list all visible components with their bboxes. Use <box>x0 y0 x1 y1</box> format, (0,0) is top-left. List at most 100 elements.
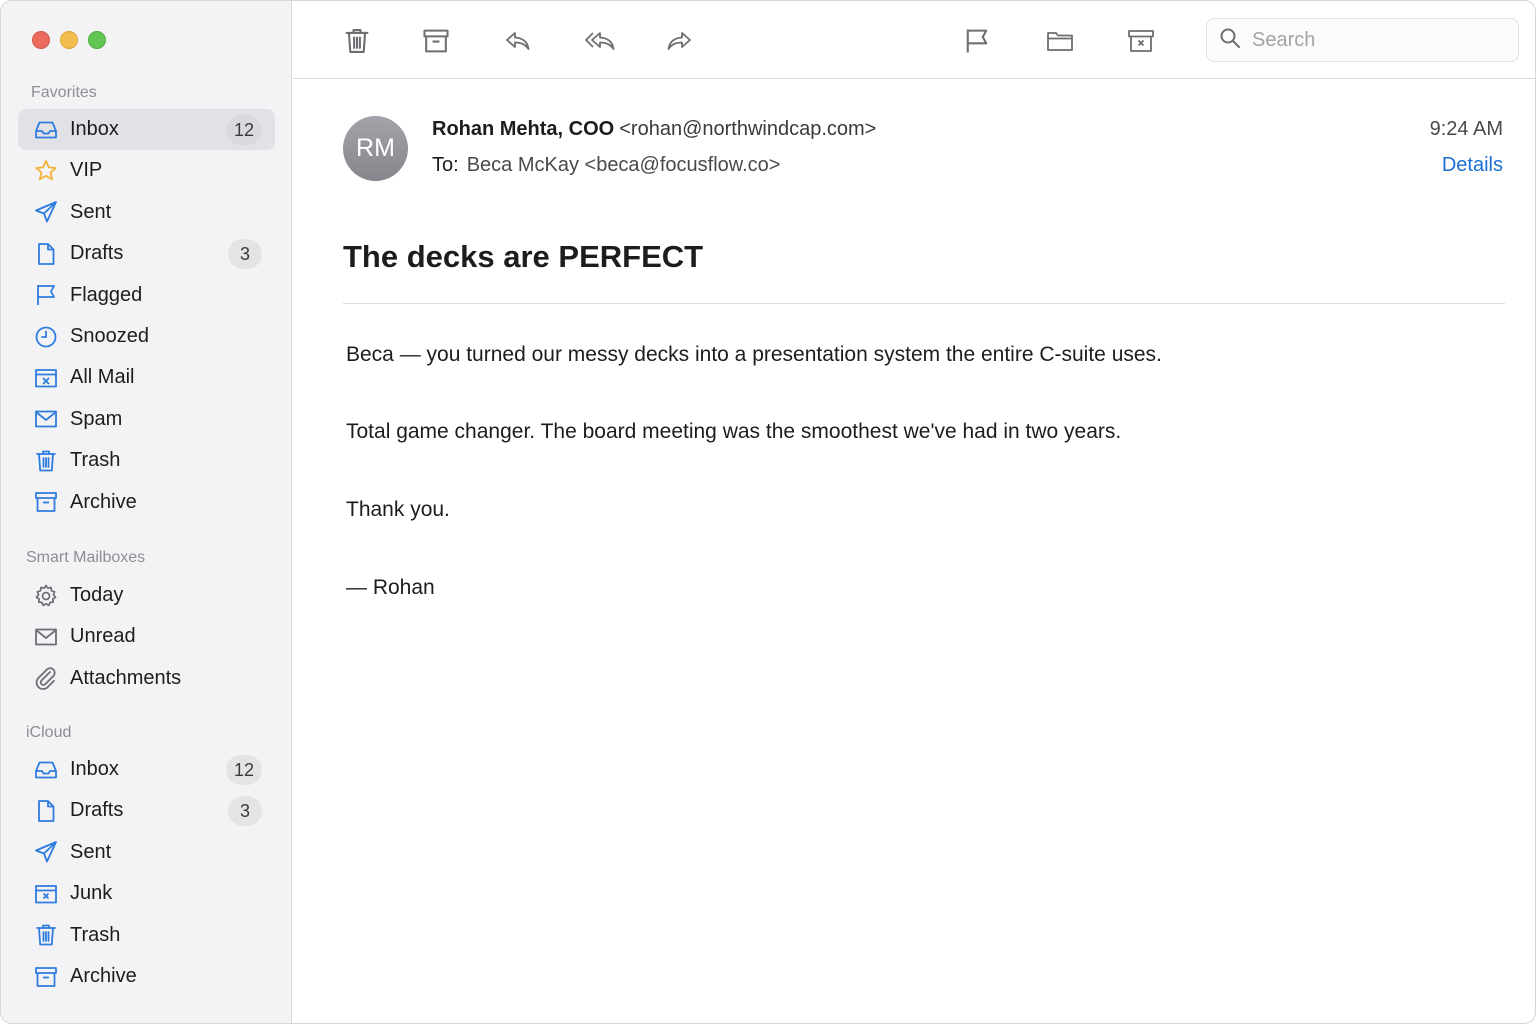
sidebar-item-archive[interactable]: Archive <box>18 482 275 523</box>
window-controls <box>32 31 106 49</box>
sidebar-item-drafts[interactable]: Drafts 3 <box>18 233 275 274</box>
search-field[interactable] <box>1206 18 1519 62</box>
unread-count-badge: 3 <box>228 239 262 270</box>
trash-icon <box>32 447 60 475</box>
reply-icon <box>503 26 533 56</box>
sidebar-item-label: Trash <box>70 449 121 472</box>
toolbar <box>293 1 1535 79</box>
sent-icon <box>32 838 60 866</box>
all-mail-icon <box>32 364 60 392</box>
signature: — Rohan <box>346 576 435 599</box>
sidebar-item-trash[interactable]: Trash <box>18 440 275 481</box>
icloud-item-trash[interactable]: Trash <box>18 915 275 956</box>
sidebar-item-label: Flagged <box>70 283 143 306</box>
sidebar: Favorites Inbox 12 VIP Sent Drafts 3 Flagged Sn… <box>1 1 292 1023</box>
sidebar-item-flagged[interactable]: Flagged <box>18 275 275 316</box>
sender-avatar: RM <box>343 116 408 181</box>
mail-window: Favorites Inbox 12 VIP Sent Drafts 3 Flagged Sn… <box>0 0 1536 1024</box>
close-window-button[interactable] <box>32 31 50 49</box>
unread-count-badge: 12 <box>225 755 262 785</box>
unread-count-badge: 12 <box>225 115 262 145</box>
recipient[interactable]: Beca McKay <beca@focusflow.co> <box>467 154 781 176</box>
sidebar-item-label: Junk <box>70 882 113 905</box>
unread-count-badge: 3 <box>228 796 262 827</box>
zoom-window-button[interactable] <box>88 31 106 49</box>
body-paragraph: Beca — you turned our messy decks into a… <box>346 343 1162 366</box>
sidebar-item-vip[interactable]: VIP <box>18 150 275 191</box>
flag-icon <box>32 281 60 309</box>
icloud-item-inbox[interactable]: Inbox 12 <box>18 749 275 790</box>
sidebar-item-label: Drafts <box>70 242 124 265</box>
sidebar-item-label: Archive <box>70 490 137 513</box>
sidebar-item-inbox[interactable]: Inbox 12 <box>18 109 275 150</box>
sidebar-item-spam[interactable]: Spam <box>18 399 275 440</box>
icloud-item-archive[interactable]: Archive <box>18 956 275 997</box>
reply-button[interactable] <box>500 23 536 59</box>
reply-all-icon <box>583 26 619 56</box>
junk-icon <box>32 880 60 908</box>
sidebar-item-label: All Mail <box>70 366 135 389</box>
to-line: To: Beca McKay <beca@focusflow.co> <box>432 154 781 177</box>
sidebar-item-label: Inbox <box>70 758 119 780</box>
sidebar-item-label: Sent <box>70 200 112 223</box>
search-icon <box>1207 26 1242 55</box>
icloud-item-junk[interactable]: Junk <box>18 873 275 914</box>
sidebar-item-label: Archive <box>70 965 137 987</box>
gear-icon <box>32 582 60 610</box>
archive-icon <box>32 963 60 991</box>
sidebar-item-label: Attachments <box>70 666 182 689</box>
junk-icon <box>1126 26 1156 56</box>
reply-all-button[interactable] <box>583 23 619 59</box>
forward-button[interactable] <box>661 23 697 59</box>
flag-icon <box>962 26 992 56</box>
sidebar-item-sent[interactable]: Sent <box>18 192 275 233</box>
sidebar-item-label: Trash <box>70 923 121 946</box>
archive-icon <box>32 488 60 516</box>
sidebar-item-label: Spam <box>70 407 123 430</box>
sidebar-item-label: Unread <box>70 625 136 648</box>
star-icon <box>32 157 60 185</box>
minimize-window-button[interactable] <box>60 31 78 49</box>
smart-item-unread[interactable]: Unread <box>18 616 275 657</box>
body-paragraph: Thank you. <box>346 498 450 521</box>
sidebar-item-all-mail[interactable]: All Mail <box>18 357 275 398</box>
icloud-item-drafts[interactable]: Drafts 3 <box>18 790 275 831</box>
move-to-junk-button[interactable] <box>1123 23 1159 59</box>
archive-icon <box>421 26 451 56</box>
inbox-icon <box>32 116 60 144</box>
icloud-item-sent[interactable]: Sent <box>18 832 275 873</box>
document-icon <box>32 240 60 268</box>
trash-icon <box>342 26 372 56</box>
sidebar-item-label: Snoozed <box>70 325 149 347</box>
envelope-icon <box>32 623 60 651</box>
archive-button[interactable] <box>418 23 454 59</box>
sidebar-item-label: Today <box>70 584 124 606</box>
sender-address[interactable]: <rohan@northwindcap.com> <box>619 118 876 140</box>
search-input[interactable] <box>1252 28 1492 52</box>
document-icon <box>32 797 60 825</box>
envelope-icon <box>32 405 60 433</box>
details-link[interactable]: Details <box>1442 154 1503 177</box>
icloud-section-title: iCloud <box>26 724 72 741</box>
sent-icon <box>32 198 60 226</box>
folder-icon <box>1045 26 1075 56</box>
message-time: 9:24 AM <box>1429 118 1503 140</box>
smart-item-today[interactable]: Today <box>18 575 275 616</box>
clock-icon <box>32 323 60 351</box>
sidebar-item-label: VIP <box>70 159 103 182</box>
forward-icon <box>664 26 694 56</box>
flag-button[interactable] <box>959 23 995 59</box>
sidebar-item-label: Sent <box>70 840 112 863</box>
sidebar-item-label: Drafts <box>70 799 124 822</box>
sidebar-item-snoozed[interactable]: Snoozed <box>18 316 275 357</box>
delete-button[interactable] <box>339 23 375 59</box>
from-line: Rohan Mehta, COO <rohan@northwindcap.com> <box>432 118 876 141</box>
smart-item-attachments[interactable]: Attachments <box>18 658 275 699</box>
move-to-folder-button[interactable] <box>1042 23 1078 59</box>
sender-name[interactable]: Rohan Mehta, COO <box>432 118 614 140</box>
smart-mailboxes-section-title: Smart Mailboxes <box>26 549 146 566</box>
sidebar-item-label: Inbox <box>70 118 119 140</box>
body-paragraph: Total game changer. The board meeting wa… <box>346 420 1122 443</box>
favorites-section-title: Favorites <box>31 84 97 101</box>
to-label: To: <box>432 154 459 176</box>
